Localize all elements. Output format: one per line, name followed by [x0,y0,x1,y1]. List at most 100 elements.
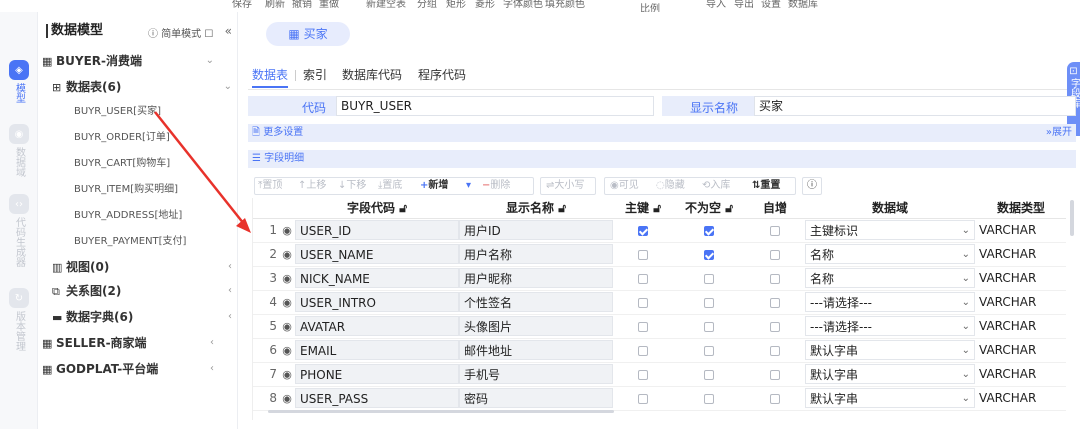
top-new-table[interactable]: 新建空表 [366,0,406,10]
info-icon[interactable]: ⓘ [807,176,817,196]
cell-auto[interactable] [745,386,805,411]
checkbox[interactable] [638,321,648,332]
checkbox[interactable] [638,225,648,236]
cell-auto[interactable] [745,314,805,339]
tree-group-buyer[interactable]: ▦ BUYER-消费端 ⌄ [42,50,214,72]
checkbox[interactable] [704,273,714,284]
cell-code[interactable]: PHONE [295,362,459,387]
field-code-input[interactable]: AVATAR [295,316,459,336]
cell-pk[interactable] [613,266,673,291]
cell-pk[interactable] [613,362,673,387]
checkbox[interactable] [770,321,780,332]
top-group[interactable]: 分组 [417,0,437,10]
domain-select[interactable]: ---请选择--- ⌄ [805,292,975,312]
eye-icon[interactable]: ◉ [279,266,295,291]
chevron-down-icon[interactable]: ⌄ [206,50,214,72]
cell-name[interactable]: 用户ID [459,218,613,243]
top-database[interactable]: 数据库 [788,0,818,10]
top-fill-color[interactable]: 填充颜色 [545,0,585,10]
cell-type[interactable]: VARCHAR [975,314,1066,339]
chevron-left-icon[interactable]: ‹ [228,306,232,328]
cell-auto[interactable] [745,290,805,315]
eye-icon[interactable]: ◉ [279,338,295,363]
chevron-left-icon[interactable]: ‹ [228,280,232,302]
tab-db-code[interactable]: 数据库代码 [342,66,402,88]
tree-table-buyr-address[interactable]: BUYR_ADDRESS[地址] [74,204,182,228]
tree-table-buyr-order[interactable]: BUYR_ORDER[订单] [74,126,170,150]
grid-vertical-scrollbar[interactable] [1070,200,1074,236]
table-row[interactable]: 5 ◉ AVATAR 头像图片 ---请选择--- ⌄ VARCHAR [253,314,1066,339]
eye-icon[interactable]: ◉ [279,386,295,411]
rail-domain[interactable]: ◉ 数据域 [0,124,38,177]
tree-folder-diagrams[interactable]: ⧉ 关系图(2) ‹ [52,280,232,302]
chevron-left-icon[interactable]: ‹ [210,358,214,380]
cell-pk[interactable] [613,338,673,363]
cell-domain[interactable]: ---请选择--- ⌄ [805,290,975,315]
field-code-input[interactable]: PHONE [295,364,459,384]
collapse-tree-button[interactable]: « [225,24,232,38]
field-name-input[interactable]: 邮件地址 [459,340,613,360]
chevron-left-icon[interactable]: ‹ [210,332,214,354]
field-name-input[interactable]: 用户昵称 [459,268,613,288]
field-name-input[interactable]: 用户名称 [459,244,613,264]
cell-code[interactable]: USER_PASS [295,386,459,411]
cell-notnull[interactable] [673,386,745,411]
cell-type[interactable]: VARCHAR [975,386,1066,411]
eye-icon[interactable]: ◉ [279,242,295,267]
cell-type[interactable]: VARCHAR [975,266,1066,291]
visible-button[interactable]: ◉可见 [610,176,639,196]
eye-icon[interactable]: ◉ [279,218,295,243]
tab-program-code[interactable]: 程序代码 [418,66,466,88]
cell-type[interactable]: VARCHAR [975,242,1066,267]
reset-button[interactable]: ⇅重置 [752,176,780,196]
simple-mode-checkbox[interactable]: ☐ [204,29,213,40]
checkbox[interactable] [704,393,714,404]
field-name-input[interactable]: 手机号 [459,364,613,384]
checkbox[interactable] [704,249,714,260]
field-code-input[interactable]: EMAIL [295,340,459,360]
table-row[interactable]: 3 ◉ NICK_NAME 用户昵称 名称 ⌄ VARCHAR [253,266,1066,291]
case-button[interactable]: ⇌大小写 [546,176,584,196]
cell-notnull[interactable] [673,314,745,339]
col-type[interactable]: 数据类型 [975,198,1066,219]
top-rect[interactable]: 矩形 [446,0,466,10]
cell-auto[interactable] [745,362,805,387]
move-bottom-button[interactable]: ⤓置底 [378,176,402,196]
table-row[interactable]: 8 ◉ USER_PASS 密码 默认字串 ⌄ VARCHAR [253,386,1066,411]
top-import[interactable]: 导入 [706,0,726,10]
checkbox[interactable] [770,345,780,356]
cell-auto[interactable] [745,338,805,363]
domain-select[interactable]: 默认字串 ⌄ [805,388,975,408]
type-value[interactable]: VARCHAR [975,244,1066,264]
cell-pk[interactable] [613,242,673,267]
add-dropdown-button[interactable]: ▾ [466,176,471,196]
tree-group-godplat[interactable]: ▦ GODPLAT-平台端 ‹ [42,358,214,380]
field-code-input[interactable]: USER_PASS [295,388,459,408]
domain-select[interactable]: 默认字串 ⌄ [805,364,975,384]
cell-type[interactable]: VARCHAR [975,362,1066,387]
field-code-input[interactable]: NICK_NAME [295,268,459,288]
checkbox[interactable] [770,297,780,308]
rail-model[interactable]: ◈ 模型 [0,60,38,103]
table-row[interactable]: 1 ◉ USER_ID 用户ID 主键标识 ⌄ VARCHAR [253,218,1066,243]
chevron-left-icon[interactable]: ‹ [228,256,232,278]
top-font-color[interactable]: 字体颜色 [503,0,543,10]
checkbox[interactable] [770,369,780,380]
cell-code[interactable]: EMAIL [295,338,459,363]
move-up-button[interactable]: ↑上移 [298,176,326,196]
rail-codegen[interactable]: ‹› 代码生成器 [0,194,38,267]
cell-auto[interactable] [745,266,805,291]
checkbox[interactable] [770,249,780,260]
cell-pk[interactable] [613,290,673,315]
cell-domain[interactable]: ---请选择--- ⌄ [805,314,975,339]
field-code-input[interactable]: USER_ID [295,220,459,240]
type-value[interactable]: VARCHAR [975,388,1066,408]
cell-notnull[interactable] [673,242,745,267]
cell-type[interactable]: VARCHAR [975,218,1066,243]
chevron-down-icon[interactable]: ⌄ [224,76,232,98]
type-value[interactable]: VARCHAR [975,316,1066,336]
display-name-input[interactable]: 买家 [754,96,1076,116]
checkbox[interactable] [638,297,648,308]
type-value[interactable]: VARCHAR [975,340,1066,360]
cell-name[interactable]: 用户名称 [459,242,613,267]
